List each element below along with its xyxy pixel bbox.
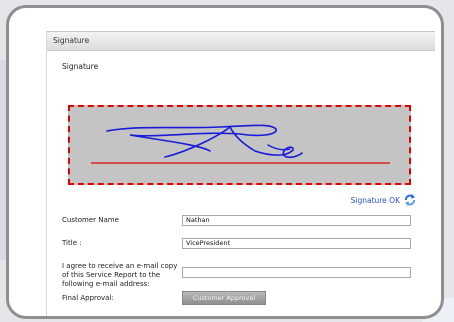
- title-label: Title :: [62, 239, 82, 247]
- customer-approval-button[interactable]: Customer Approval: [182, 291, 266, 305]
- signature-panel: Signature Signature Signature OK Custome…: [46, 31, 435, 316]
- final-approval-label: Final Approval:: [62, 294, 114, 302]
- signature-section-label: Signature: [62, 62, 99, 71]
- signature-stroke: [164, 125, 303, 159]
- customer-name-label: Customer Name: [62, 216, 119, 224]
- customer-name-field[interactable]: Nathan: [182, 215, 411, 226]
- panel-header: Signature: [47, 31, 435, 51]
- email-consent-label: I agree to receive an e-mail copy of thi…: [62, 262, 178, 288]
- title-field[interactable]: VicePresident: [182, 238, 411, 249]
- refresh-icon[interactable]: [403, 194, 417, 206]
- email-field[interactable]: [182, 267, 411, 278]
- signature-drawing: [91, 124, 390, 164]
- signature-card: Signature Signature Signature OK Custome…: [6, 5, 444, 319]
- signature-ok-link[interactable]: Signature OK: [351, 194, 417, 206]
- signature-ok-label: Signature OK: [350, 195, 400, 205]
- signature-pad[interactable]: [68, 105, 411, 185]
